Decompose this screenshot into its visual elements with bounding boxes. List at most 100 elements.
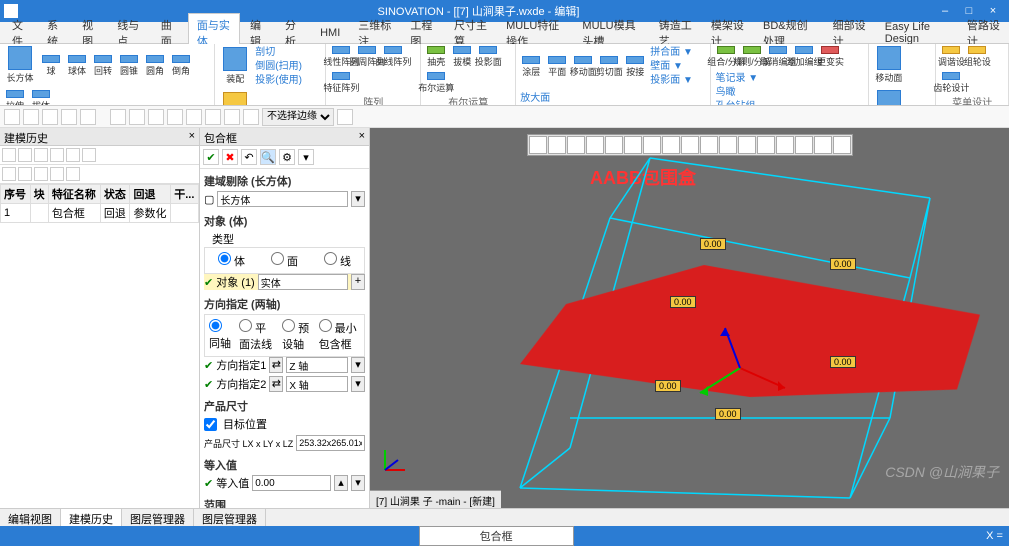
movef2-icon[interactable]: 移动面: [873, 46, 905, 86]
dir2-dd[interactable]: ▾: [351, 376, 365, 392]
viewport-3d[interactable]: AABB包围盒 0.00 0.00 0.00 0.00 0.00 0.00 [7…: [370, 128, 1009, 508]
dims-input[interactable]: [296, 435, 365, 451]
dim-3[interactable]: 0.00: [670, 296, 696, 308]
ok-button[interactable]: ✔: [203, 149, 219, 165]
edge-select[interactable]: 不选择边缘: [262, 108, 334, 126]
revolve-icon[interactable]: 回转: [92, 55, 114, 77]
draft-icon[interactable]: 拔模: [451, 46, 473, 68]
min-button[interactable]: –: [933, 5, 957, 17]
obj-input[interactable]: [258, 274, 348, 290]
sphere2-icon[interactable]: 球体: [66, 55, 88, 77]
radio-preset[interactable]: 预设轴: [282, 319, 311, 352]
radio-coax[interactable]: 同轴: [209, 319, 231, 352]
history-table[interactable]: 序号 块 特征名称 状态 回退 干... 1 包合框 回退 参数化: [0, 184, 199, 508]
target-chk[interactable]: [204, 418, 217, 431]
link-fill[interactable]: 倒圆(扫用): [255, 60, 302, 74]
ht-4[interactable]: [50, 148, 64, 162]
tb-9[interactable]: [167, 109, 183, 125]
weld-icon[interactable]: 按接: [624, 56, 646, 78]
ht-7[interactable]: [2, 167, 16, 181]
tab-easy[interactable]: Easy Life Design: [877, 18, 957, 48]
bbox-tool-icon[interactable]: 包络框: [219, 92, 251, 106]
link-bird[interactable]: 鸟瞰: [715, 86, 758, 100]
in-dd[interactable]: ▾: [351, 475, 365, 491]
radio-minbox[interactable]: 最小包含框: [319, 319, 360, 352]
featarr-icon[interactable]: 特征阵列: [330, 72, 352, 94]
cuboid-icon[interactable]: 长方体: [4, 46, 36, 86]
wheel-icon[interactable]: 组轮设: [966, 46, 988, 68]
tb-12[interactable]: [224, 109, 240, 125]
gear-icon[interactable]: 齿轮设计: [940, 72, 962, 94]
ht-6[interactable]: [82, 148, 96, 162]
col-rb[interactable]: 回退: [130, 185, 171, 204]
table-row[interactable]: 1 包合框 回退 参数化: [1, 204, 199, 223]
tb-1[interactable]: [4, 109, 20, 125]
ht-8[interactable]: [18, 167, 32, 181]
tune-icon[interactable]: 调谐设: [940, 46, 962, 68]
link-zoom[interactable]: 放大面: [520, 92, 560, 106]
col-feat[interactable]: 特征名称: [48, 185, 100, 204]
gear-button[interactable]: ⚙: [279, 149, 295, 165]
shell-icon[interactable]: 抽壳: [425, 46, 447, 68]
swap2-icon[interactable]: ⇄: [269, 376, 283, 392]
dim-4[interactable]: 0.00: [830, 356, 856, 368]
link-proj[interactable]: 投影(使用): [255, 74, 302, 88]
ht-1[interactable]: [2, 148, 16, 162]
btab-3[interactable]: 图层管理器: [122, 509, 194, 526]
tb-5[interactable]: [80, 109, 96, 125]
col-int[interactable]: 干...: [171, 185, 199, 204]
cutf-icon[interactable]: 剪切面: [598, 56, 620, 78]
pin-icon[interactable]: ×: [189, 130, 195, 143]
radio-body[interactable]: 体: [218, 252, 245, 269]
col-block[interactable]: 块: [30, 185, 48, 204]
ht-11[interactable]: [66, 167, 80, 181]
shape-input[interactable]: [217, 191, 348, 207]
tb-11[interactable]: [205, 109, 221, 125]
view-tab[interactable]: [7] 山涧果 子 -main - [新建]: [370, 490, 501, 508]
link-sec[interactable]: 剖切: [255, 46, 302, 60]
link-proj2[interactable]: 投影面 ▼: [650, 74, 693, 88]
swap-icon[interactable]: ⇄: [269, 357, 283, 373]
in-input[interactable]: [252, 475, 331, 491]
projf-icon[interactable]: 投影面: [477, 46, 499, 68]
dim-1[interactable]: 0.00: [700, 238, 726, 250]
tb-13[interactable]: [243, 109, 259, 125]
assem-icon[interactable]: 装配: [219, 47, 251, 87]
close-icon[interactable]: ×: [359, 130, 365, 143]
ht-9[interactable]: [34, 167, 48, 181]
dim-5[interactable]: 0.00: [655, 380, 681, 392]
dir2-input[interactable]: [286, 376, 348, 392]
plane-icon[interactable]: 平面: [546, 56, 568, 78]
fillet-icon[interactable]: 圆角: [144, 55, 166, 77]
radio-face[interactable]: 面: [271, 252, 298, 269]
tb-10[interactable]: [186, 109, 202, 125]
ht-5[interactable]: [66, 148, 80, 162]
radio-norm[interactable]: 平面法线: [239, 319, 274, 352]
dir1-dd[interactable]: ▾: [351, 357, 365, 373]
radio-line[interactable]: 线: [324, 252, 351, 269]
link-note[interactable]: 笔记录 ▼: [715, 72, 758, 86]
tb-2[interactable]: [23, 109, 39, 125]
ht-10[interactable]: [50, 167, 64, 181]
obj-add[interactable]: +: [351, 274, 365, 290]
ht-2[interactable]: [18, 148, 32, 162]
cancel-button[interactable]: ✖: [222, 149, 238, 165]
dir1-input[interactable]: [286, 357, 348, 373]
addgrp-icon[interactable]: 添加编组: [793, 46, 815, 68]
pull-icon[interactable]: 拔体: [30, 90, 52, 106]
extrude-icon[interactable]: 拉伸: [4, 90, 26, 106]
tb-4[interactable]: [61, 109, 77, 125]
shape-dd[interactable]: ▾: [351, 191, 365, 207]
curvarr-icon[interactable]: 曲线阵列: [382, 46, 404, 68]
more-button[interactable]: ▾: [298, 149, 314, 165]
tb-14[interactable]: [337, 109, 353, 125]
btab-4[interactable]: 图层管理器: [194, 509, 266, 526]
col-stat[interactable]: 状态: [100, 185, 130, 204]
chamfer-icon[interactable]: 倒角: [170, 55, 192, 77]
arrtbl-icon[interactable]: 阵列表格: [873, 90, 905, 106]
dim-2[interactable]: 0.00: [830, 258, 856, 270]
link-wall[interactable]: 壁面 ▼: [650, 60, 693, 74]
link-merge[interactable]: 拼合面 ▼: [650, 46, 693, 60]
col-idx[interactable]: 序号: [1, 185, 31, 204]
movef-icon[interactable]: 移动面: [572, 56, 594, 78]
